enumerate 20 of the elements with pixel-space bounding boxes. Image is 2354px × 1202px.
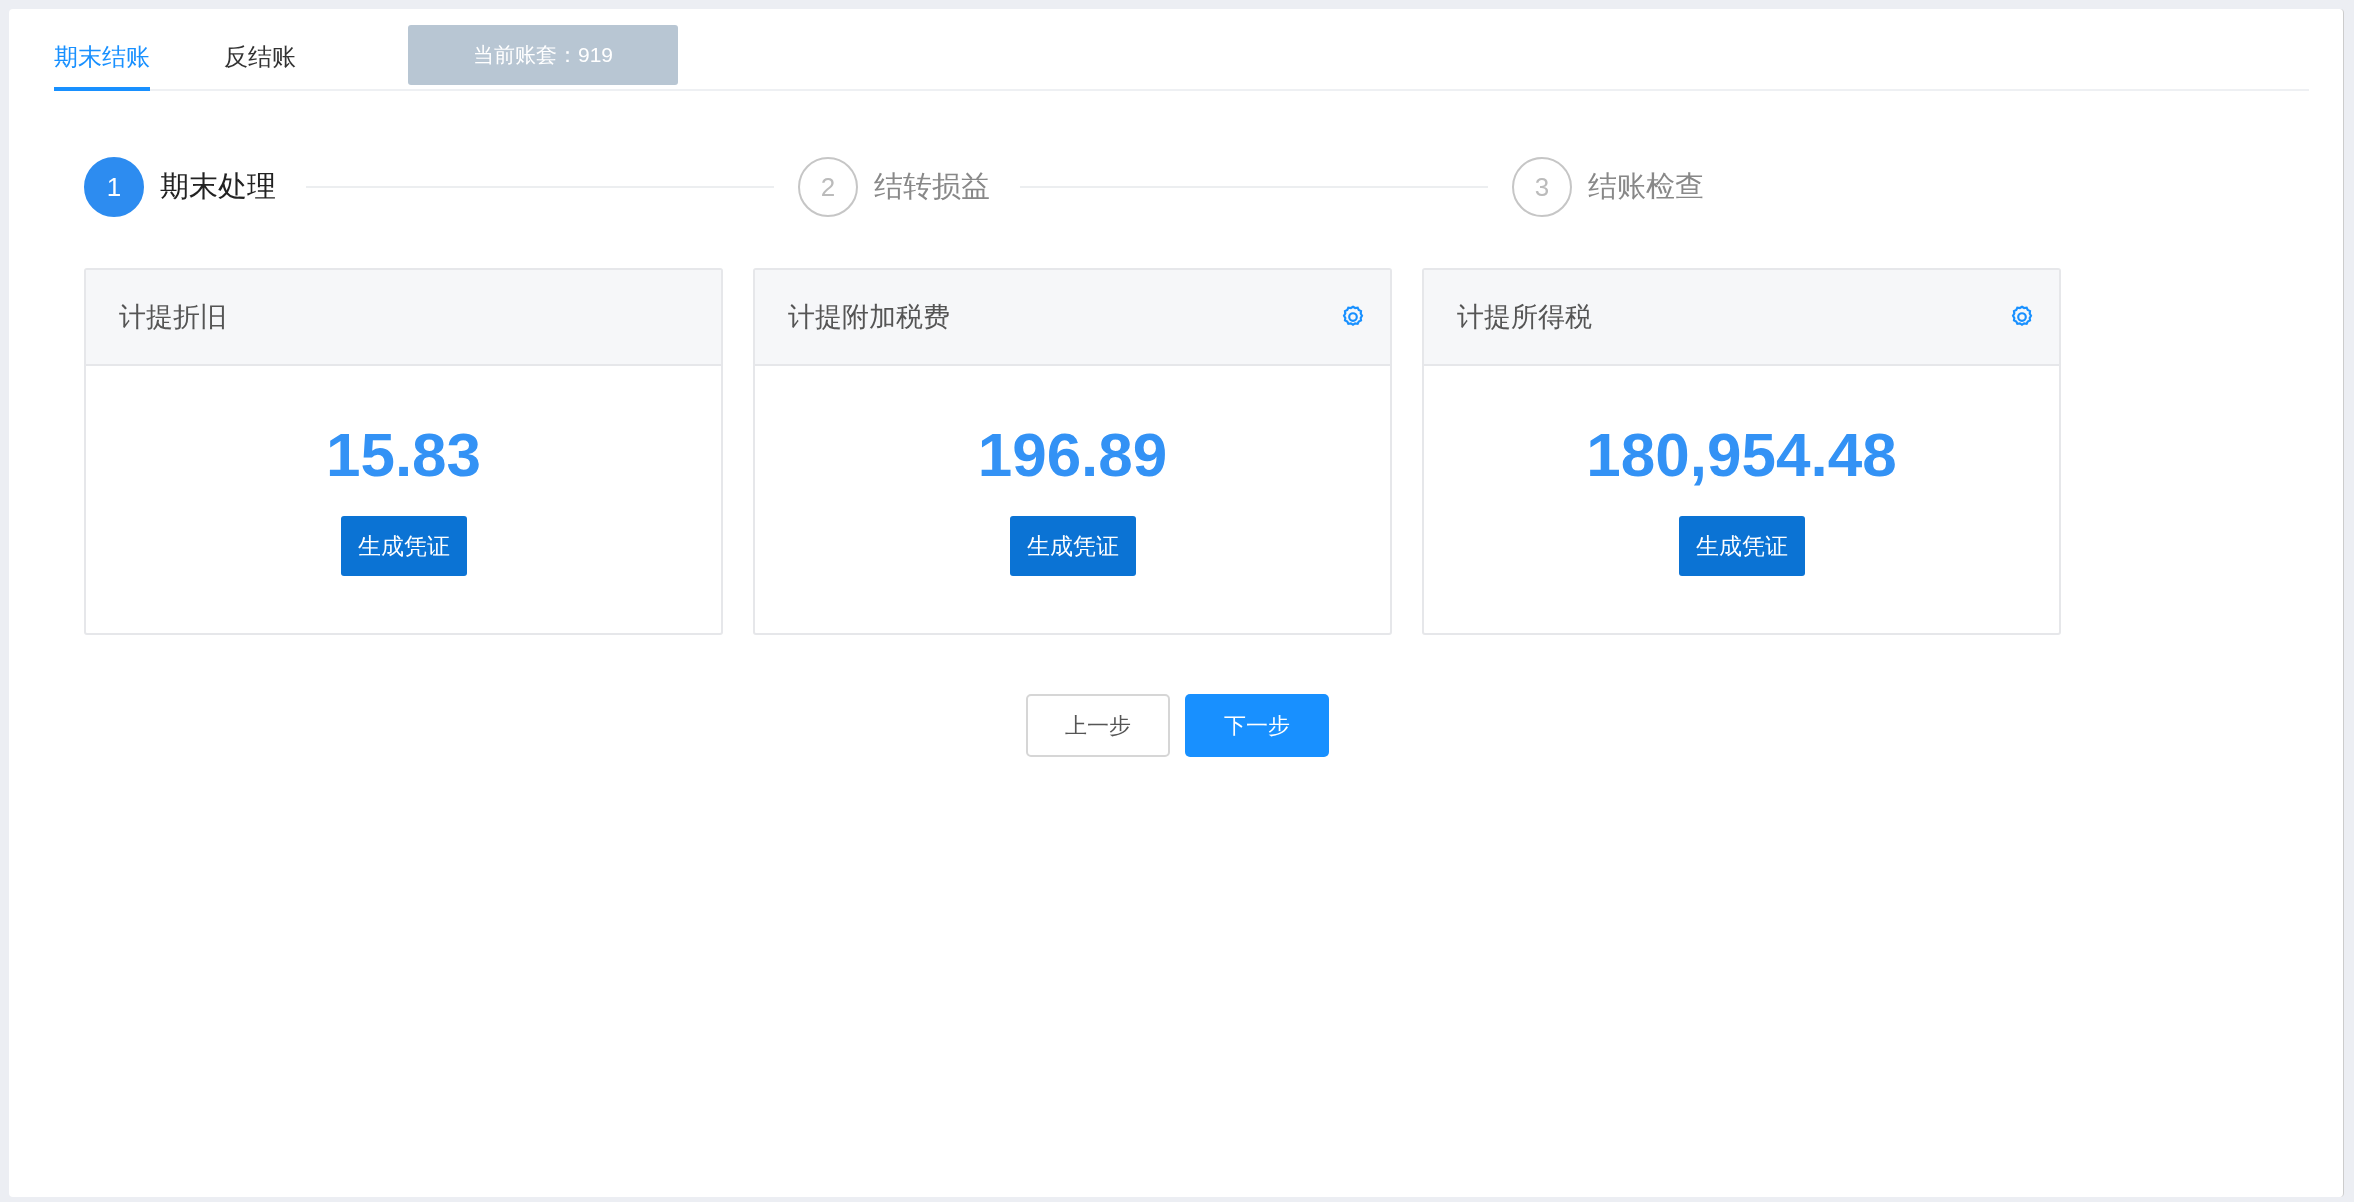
next-button[interactable]: 下一步 bbox=[1185, 694, 1329, 757]
generate-voucher-button[interactable]: 生成凭证 bbox=[340, 516, 467, 576]
card-title: 计提折旧 bbox=[119, 301, 227, 334]
previous-button[interactable]: 上一步 bbox=[1026, 694, 1170, 757]
card-title: 计提所得税 bbox=[1457, 301, 1592, 334]
amount: 15.83 bbox=[325, 424, 482, 486]
account-badge: 当前账套：919 bbox=[408, 25, 678, 85]
step-label: 结账检查 bbox=[1588, 169, 1704, 204]
step-number: 3 bbox=[1512, 157, 1572, 217]
amount: 180,954.48 bbox=[1586, 424, 1897, 486]
tab[interactable]: 期末结账 bbox=[54, 41, 150, 91]
amount: 196.89 bbox=[977, 424, 1168, 486]
generate-voucher-button[interactable]: 生成凭证 bbox=[1009, 516, 1136, 576]
card-title: 计提附加税费 bbox=[788, 301, 950, 334]
tab[interactable]: 反结账 bbox=[224, 41, 296, 91]
step-label: 期末处理 bbox=[160, 169, 276, 204]
step-number: 1 bbox=[84, 157, 144, 217]
generate-voucher-button[interactable]: 生成凭证 bbox=[1678, 516, 1805, 576]
step-number: 2 bbox=[798, 157, 858, 217]
step-label: 结转损益 bbox=[874, 169, 990, 204]
